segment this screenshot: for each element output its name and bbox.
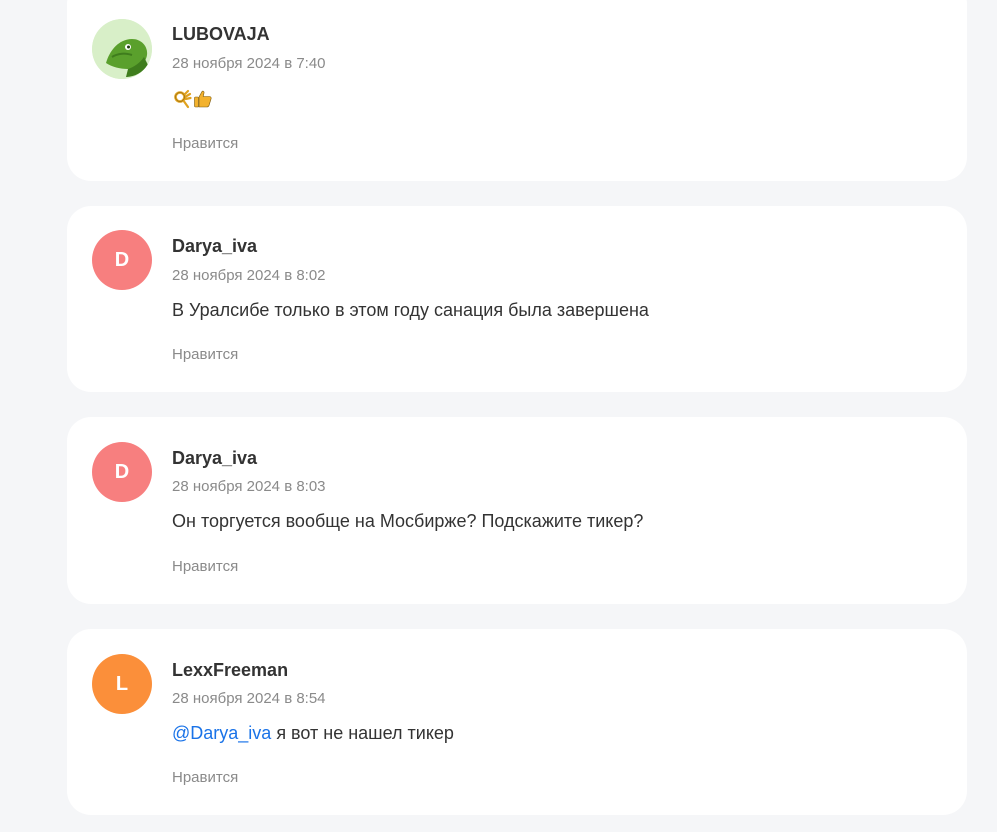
- like-button[interactable]: Нравится: [172, 135, 238, 152]
- user-mention-link[interactable]: @Darya_iva: [172, 723, 271, 743]
- like-button[interactable]: Нравится: [172, 346, 238, 363]
- comment-text: [172, 88, 214, 109]
- comment-text: Он торгуется вообще на Мосбирже? Подскаж…: [172, 511, 644, 531]
- avatar-letter: D: [114, 460, 130, 483]
- comment-text: @Darya_iva я вот не нашел тикер: [172, 723, 454, 744]
- avatar[interactable]: D: [92, 230, 152, 290]
- comment-card: LUBOVAJA 28 ноября 2024 в 7:40 Нравится: [67, 0, 967, 181]
- comment-card: D Darya_iva 28 ноября 2024 в 8:02 В Урал…: [67, 206, 967, 392]
- comment-date: 28 ноября 2024 в 8:02: [172, 267, 326, 284]
- ok-hand-icon: [174, 90, 192, 109]
- lizard-avatar-icon: [92, 19, 152, 79]
- comment-text: В Уралсибе только в этом году санация бы…: [172, 300, 649, 320]
- comment-author[interactable]: Darya_iva: [172, 448, 257, 469]
- avatar[interactable]: [92, 19, 152, 79]
- comment-author[interactable]: LexxFreeman: [172, 660, 288, 681]
- avatar-letter: L: [115, 672, 129, 695]
- like-button[interactable]: Нравится: [172, 558, 238, 575]
- comment-author[interactable]: Darya_iva: [172, 236, 257, 257]
- comment-card: D Darya_iva 28 ноября 2024 в 8:03 Он тор…: [67, 417, 967, 604]
- avatar-letter: D: [114, 248, 130, 271]
- comment-date: 28 ноября 2024 в 8:03: [172, 478, 326, 495]
- thumbs-up-icon: [194, 91, 212, 108]
- comment-text-body: я вот не нашел тикер: [271, 723, 454, 743]
- comment-date: 28 ноября 2024 в 7:40: [172, 55, 326, 72]
- comment-author[interactable]: LUBOVAJA: [172, 24, 270, 45]
- comment-date: 28 ноября 2024 в 8:54: [172, 690, 326, 707]
- avatar[interactable]: L: [92, 654, 152, 714]
- like-button[interactable]: Нравится: [172, 769, 238, 786]
- avatar[interactable]: D: [92, 442, 152, 502]
- comment-card: L LexxFreeman 28 ноября 2024 в 8:54 @Dar…: [67, 629, 967, 815]
